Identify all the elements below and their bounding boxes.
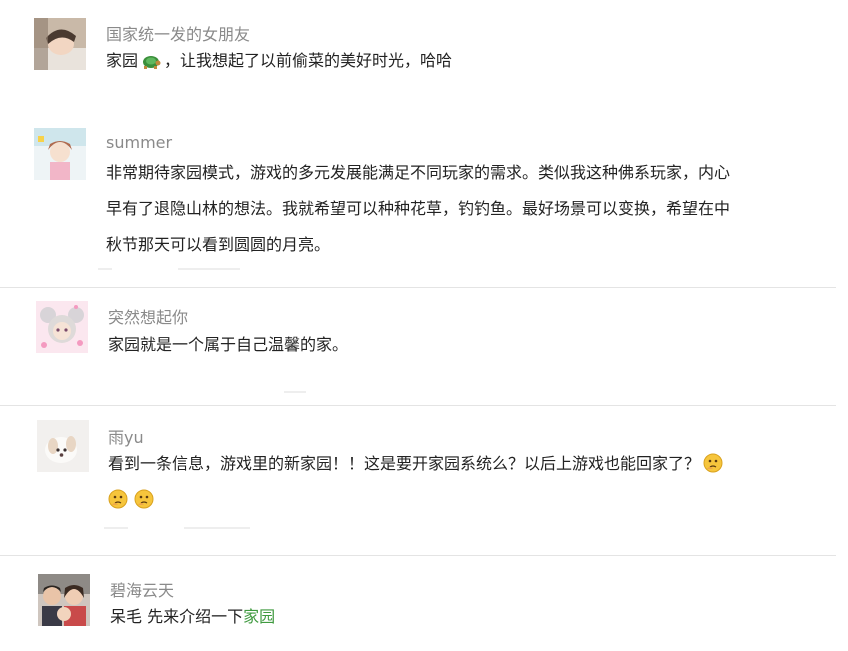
avatar[interactable] — [37, 420, 89, 472]
comment-text-line: 早有了退隐山林的想法。我就希望可以种种花草，钓钓鱼。最好场景可以变换，希望在中 — [106, 199, 731, 218]
username[interactable]: 突然想起你 — [108, 304, 188, 328]
comment-item: 雨yu 看到一条信息，游戏里的新家园！！这是要开家园系统么？以后上游戏也能回家了… — [0, 406, 848, 556]
comment-text-part: 呆毛 先来介绍一下 — [110, 607, 244, 626]
username[interactable]: 雨yu — [108, 424, 144, 448]
username[interactable]: 碧海云天 — [110, 577, 174, 601]
comment-item: 碧海云天 呆毛 先来介绍一下家园 — [0, 556, 848, 651]
comment-text: 呆毛 先来介绍一下家园 — [110, 599, 275, 635]
comment-text-line — [108, 482, 726, 518]
faded-footer — [104, 527, 128, 529]
username[interactable]: summer — [106, 133, 172, 152]
comment-text: 非常期待家园模式，游戏的多元发展能满足不同玩家的需求。类似我这种佛系玩家，内心 … — [106, 155, 730, 263]
avatar[interactable] — [36, 301, 88, 353]
comment-text-line: 非常期待家园模式，游戏的多元发展能满足不同玩家的需求。类似我这种佛系玩家，内心 — [106, 163, 731, 182]
comment-text-line: 秋节那天可以看到圆圆的月亮。 — [106, 235, 331, 254]
comment-text: 看到一条信息，游戏里的新家园！！这是要开家园系统么？以后上游戏也能回家了？ — [108, 446, 726, 518]
avatar[interactable] — [38, 574, 90, 626]
comment-text-part: 家园 — [106, 51, 139, 70]
comment-text-part: ，让我想起了以前偷菜的美好时光，哈哈 — [164, 51, 453, 70]
comment-text: 家园就是一个属于自己温馨的家。 — [108, 335, 349, 354]
avatar[interactable] — [34, 128, 86, 180]
comment-item: summer 非常期待家园模式，游戏的多元发展能满足不同玩家的需求。类似我这种佛… — [0, 110, 848, 290]
avatar[interactable] — [34, 18, 86, 70]
faded-footer — [284, 391, 306, 393]
comment-text-line: 看到一条信息，游戏里的新家园！！这是要开家园系统么？以后上游戏也能回家了？ — [108, 446, 726, 482]
comment-text: 家园 ，让我想起了以前偷菜的美好时光，哈哈 — [106, 43, 452, 83]
comment-text-part: 看到一条信息，游戏里的新家园！！这是要开家园系统么？以后上游戏也能回家了？ — [108, 454, 701, 473]
username[interactable]: 国家统一发的女朋友 — [106, 21, 250, 45]
thinking-face-icon — [134, 486, 154, 522]
turtle-emoji-icon — [141, 47, 161, 83]
comment-item: 国家统一发的女朋友 家园 ，让我想起了以前偷菜的美好时光，哈哈 — [0, 0, 848, 110]
comment-feed: 国家统一发的女朋友 家园 ，让我想起了以前偷菜的美好时光，哈哈 summer 非常… — [0, 0, 848, 651]
thinking-face-icon — [108, 486, 128, 522]
home-link[interactable]: 家园 — [243, 607, 275, 626]
thinking-face-icon — [703, 450, 723, 486]
comment-item: 突然想起你 家园就是一个属于自己温馨的家。 — [0, 288, 848, 406]
faded-footer — [184, 527, 250, 529]
faded-footer — [178, 268, 240, 270]
faded-footer — [98, 268, 112, 270]
